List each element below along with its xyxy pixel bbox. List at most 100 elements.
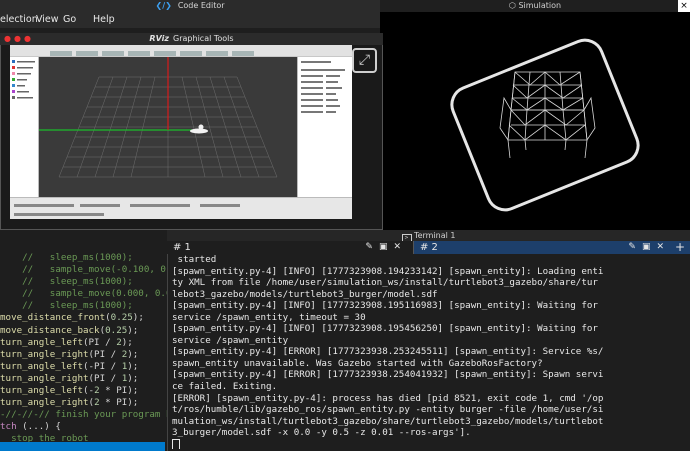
terminal-line: spawn_entity unavailable. Was Gazebo sta… (172, 357, 543, 369)
simulation-viewport[interactable] (380, 0, 690, 232)
terminal-titlebar[interactable]: > Terminal 1 (167, 230, 690, 243)
rviz-title: Graphical Tools (173, 34, 234, 43)
code-token: // sample_move(0.000, 0.000); (22, 288, 170, 300)
window-controls-icon[interactable]: ●●● (4, 33, 34, 45)
terminal-line: 3_burger/model.sdf -x 0.0 -y 0.5 -z 0.01… (172, 427, 471, 439)
code-token: turn_angle_right (0, 397, 89, 409)
rviz-displays-tree[interactable] (10, 57, 39, 197)
terminal-output[interactable]: started [spawn_entity.py-4] [INFO] [17773… (172, 254, 687, 449)
code-token: turn_angle_left (0, 360, 83, 372)
rviz-brand: RViz (149, 34, 170, 43)
rviz-grid[interactable] (39, 57, 297, 197)
robot-marker (190, 128, 208, 134)
code-text-area[interactable]: // sleep_ms(1000); // sample_move(-0.100… (0, 252, 170, 442)
terminal-tab-1[interactable]: # 1 ✎▣✕ (167, 241, 414, 254)
code-line: move_distance_back(0.25); (0, 325, 170, 337)
terminal-line: ty XML from file /home/user/simulation_w… (172, 277, 598, 289)
code-token: turn_angle_right (0, 372, 89, 384)
code-line: turn_angle_right(PI / 1); (0, 373, 170, 385)
code-token: ); (127, 348, 139, 360)
vscode-logo-icon: ❮∕❯ (155, 1, 172, 10)
code-line: move_distance_front(0.25); (0, 312, 170, 324)
terminal-line: [spawn_entity.py-4] [INFO] [1777323908.1… (172, 300, 598, 312)
code-token: -//-//-// finish your program before th (0, 409, 170, 421)
code-token: (- (82, 385, 95, 397)
terminal-line: [spawn_entity.py-4] [ERROR] [1777323938.… (172, 369, 604, 381)
code-editor-titlebar[interactable]: ❮∕❯ Code Editor (0, 0, 380, 11)
code-token: stop the robot (11, 433, 89, 442)
menu-go[interactable]: Go (63, 11, 76, 28)
code-token: tch (0, 421, 17, 433)
code-token: ); (132, 312, 144, 324)
rviz-displays-panel[interactable] (10, 57, 39, 197)
rviz-time-panel[interactable] (10, 197, 352, 219)
terminal-line: started (172, 254, 217, 265)
code-line: turn_angle_left(-PI / 1); (0, 361, 170, 373)
code-token: 0.25 (105, 324, 128, 336)
code-token: // sleep_ms(1000); (22, 276, 133, 288)
code-line: stop the robot (0, 433, 170, 442)
code-editor-title: Code Editor (177, 1, 225, 10)
code-line: // sleep_ms(1000); (0, 252, 170, 264)
code-token: ); (121, 336, 133, 348)
simulation-close-button[interactable]: × (678, 0, 690, 12)
terminal-line: mulation_ws/install/turtlebot3_gazebo/sh… (172, 415, 604, 427)
menu-help[interactable]: Help (93, 11, 115, 28)
split-icon[interactable]: ▣ (642, 242, 657, 252)
code-line: tch (...) { (0, 421, 170, 433)
terminal-tab-2[interactable]: # 2 ✎▣✕ + (414, 241, 690, 254)
rviz-views-panel[interactable] (297, 57, 352, 197)
code-line: // sample_move(0.000, 0.000); (0, 288, 170, 300)
maximize-icon[interactable]: ⤢ (352, 48, 377, 73)
terminal-tab-2-label: # 2 (420, 242, 438, 253)
edit-icon[interactable]: ✎ (628, 242, 642, 252)
code-line: // sleep_ms(1000); (0, 300, 170, 312)
close-icon[interactable]: ✕ (393, 242, 407, 252)
code-token: // sleep_ms(1000); (22, 252, 133, 263)
code-token: // sleep_ms(1000); (22, 300, 133, 312)
terminal-line: [spawn_entity.py-4] [INFO] [1777323908.1… (172, 265, 604, 277)
rviz-views-properties[interactable] (298, 57, 353, 197)
code-token: turn_angle_right (0, 348, 89, 360)
code-line: turn_angle_right(2 * PI); (0, 397, 170, 409)
terminal-line: service /spawn_entity (172, 334, 289, 346)
code-token: turn_angle_left (0, 385, 83, 397)
simulation-title: Simulation (518, 1, 562, 10)
code-token: (-PI / (82, 360, 122, 372)
code-token: (PI / (82, 336, 117, 348)
terminal-line: ce failed. Exiting. (172, 381, 278, 393)
new-tab-button[interactable]: + (675, 241, 685, 254)
code-token: ); (127, 324, 139, 336)
chair-wireframe-model (499, 71, 596, 159)
terminal-tab-1-label: # 1 (173, 242, 191, 253)
simulation-window (380, 0, 690, 232)
code-token: ); (127, 372, 139, 384)
code-line: turn_angle_left(PI / 2); (0, 337, 170, 349)
code-token: // sample_move(-0.100, 0.000); (22, 264, 170, 276)
code-token: * PI); (99, 385, 139, 397)
terminal-line: lebot3_gazebo/models/turtlebot3_burger/m… (172, 288, 438, 300)
terminal-line: [ERROR] [spawn_entity.py-4]: process has… (172, 392, 604, 404)
code-token: move_distance_back (0, 324, 100, 336)
rviz-titlebar[interactable]: ●●● RViz Graphical Tools (0, 33, 383, 45)
rviz-time-fields (14, 204, 240, 216)
rviz-toolbar[interactable] (10, 45, 352, 57)
menu-view[interactable]: View (36, 11, 59, 28)
menu-selection[interactable]: election (0, 11, 38, 28)
close-icon[interactable]: ✕ (656, 242, 670, 252)
code-token: 0.25 (110, 312, 133, 324)
code-token: (PI / (88, 348, 122, 360)
editor-status-bar (0, 442, 165, 451)
code-token: ); (127, 360, 139, 372)
terminal-line: service /spawn_entity, timeout = 30 (172, 311, 366, 323)
code-line: // sleep_ms(1000); (0, 276, 170, 288)
terminal-cursor (172, 438, 180, 449)
code-token: turn_angle_left (0, 336, 83, 348)
terminal-title: Terminal 1 (414, 231, 456, 240)
robot-body (198, 124, 204, 130)
code-line: -//-//-// finish your program before th (0, 409, 170, 421)
simulation-titlebar[interactable]: ⬡ Simulation (380, 0, 690, 12)
split-icon[interactable]: ▣ (379, 242, 394, 252)
rviz-3d-viewport[interactable] (39, 57, 297, 197)
edit-icon[interactable]: ✎ (365, 242, 379, 252)
